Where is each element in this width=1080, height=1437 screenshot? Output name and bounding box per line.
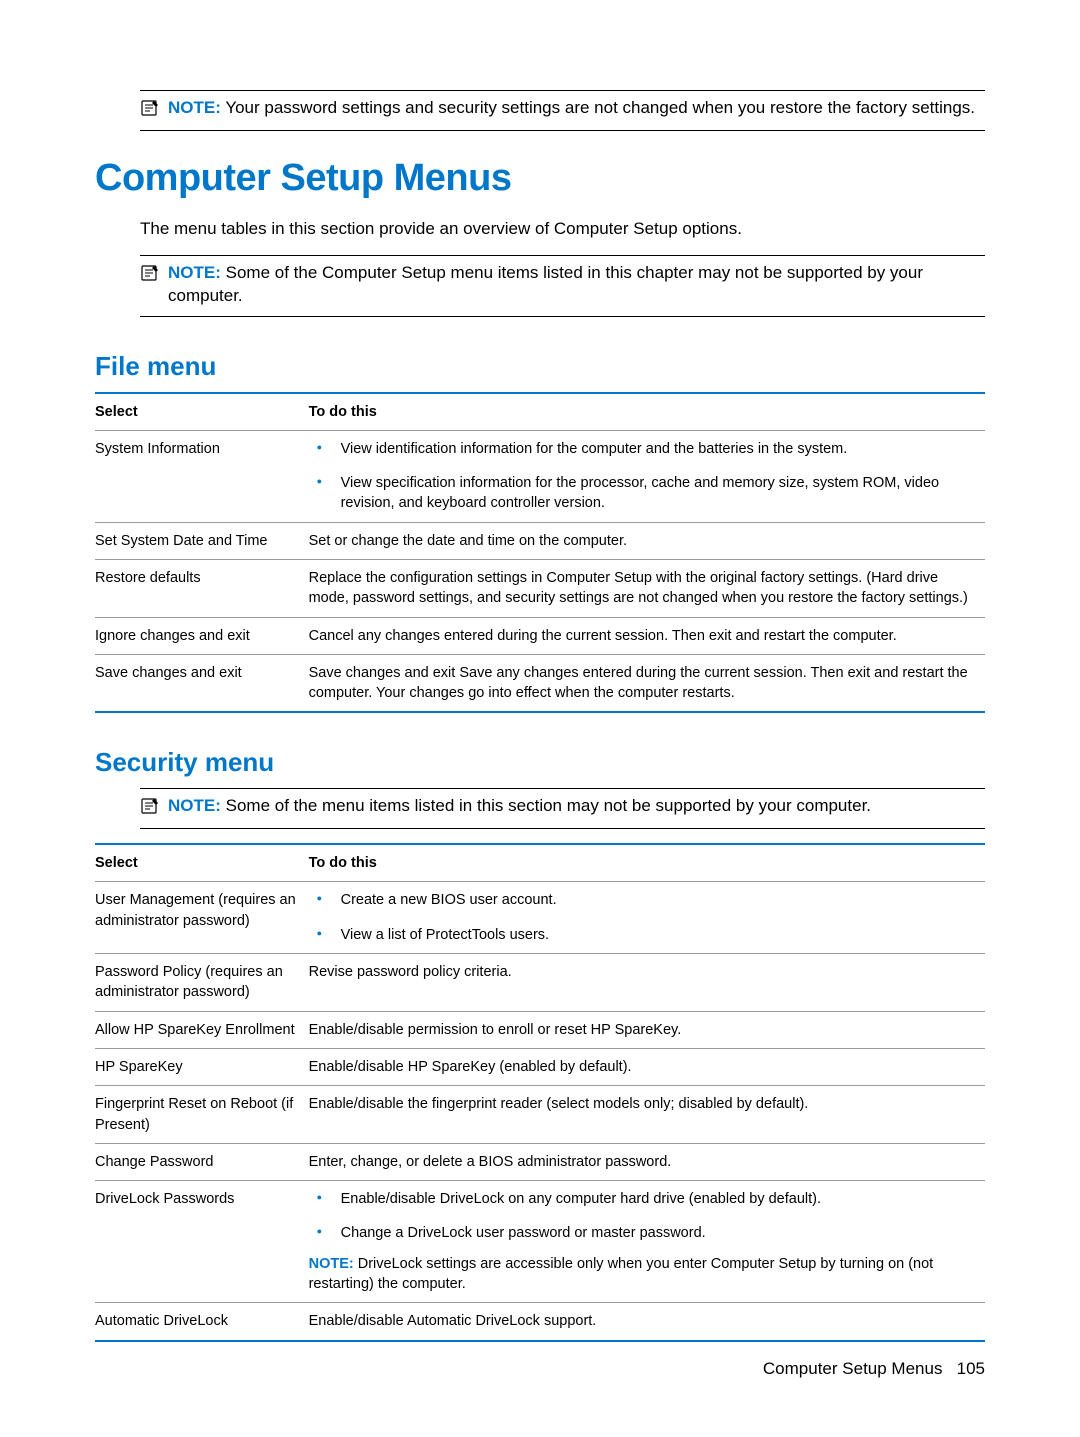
note-body: DriveLock settings are accessible only w… [309,1256,934,1292]
page-footer: Computer Setup Menus 105 [763,1359,985,1379]
note-label: NOTE: [309,1256,354,1272]
table-row: Restore defaults Replace the configurati… [95,560,985,618]
note-block-security: NOTE: Some of the menu items listed in t… [140,788,985,829]
drivelock-note: NOTE: DriveLock settings are accessible … [309,1254,977,1295]
note-text: NOTE: Some of the menu items listed in t… [168,795,871,818]
table-row: Allow HP SpareKey Enrollment Enable/disa… [95,1011,985,1048]
cell-desc: Set or change the date and time on the c… [309,522,985,559]
cell-select: Change Password [95,1143,309,1180]
table-row: User Management (requires an administrat… [95,882,985,954]
note-icon [140,99,160,122]
cell-desc: Revise password policy criteria. [309,954,985,1012]
cell-desc: Enable/disable HP SpareKey (enabled by d… [309,1048,985,1085]
table-row: HP SpareKey Enable/disable HP SpareKey (… [95,1048,985,1085]
bullet-item: View a list of ProtectTools users. [309,925,977,945]
cell-select: Ignore changes and exit [95,617,309,654]
table-row: DriveLock Passwords Enable/disable Drive… [95,1181,985,1303]
table-row: Save changes and exit Save changes and e… [95,654,985,712]
note-body: Some of the menu items listed in this se… [226,796,871,815]
intro-paragraph: The menu tables in this section provide … [140,218,985,241]
security-menu-heading: Security menu [95,747,985,778]
cell-desc: Enter, change, or delete a BIOS administ… [309,1143,985,1180]
table-row: Change Password Enter, change, or delete… [95,1143,985,1180]
table-header-row: Select To do this [95,844,985,882]
cell-select: DriveLock Passwords [95,1181,309,1303]
col-select: Select [95,393,309,431]
note-icon [140,264,160,287]
table-row: Fingerprint Reset on Reboot (if Present)… [95,1086,985,1144]
footer-title: Computer Setup Menus [763,1359,943,1378]
col-select: Select [95,844,309,882]
note-block-top: NOTE: Your password settings and securit… [140,90,985,131]
table-row: Set System Date and Time Set or change t… [95,522,985,559]
table-row: Ignore changes and exit Cancel any chang… [95,617,985,654]
cell-select: Password Policy (requires an administrat… [95,954,309,1012]
note-label: NOTE: [168,796,221,815]
table-row: Automatic DriveLock Enable/disable Autom… [95,1303,985,1341]
cell-select: Automatic DriveLock [95,1303,309,1341]
bullet-list: Create a new BIOS user account. View a l… [309,890,977,945]
cell-select: Set System Date and Time [95,522,309,559]
cell-desc: View identification information for the … [309,430,985,522]
bullet-list: Enable/disable DriveLock on any computer… [309,1189,977,1244]
cell-desc: Replace the configuration settings in Co… [309,560,985,618]
note-icon [140,797,160,820]
col-todo: To do this [309,393,985,431]
note-body: Some of the Computer Setup menu items li… [168,263,923,305]
security-menu-table: Select To do this User Management (requi… [95,843,985,1341]
cell-desc: Enable/disable Automatic DriveLock suppo… [309,1303,985,1341]
cell-desc: Enable/disable the fingerprint reader (s… [309,1086,985,1144]
cell-desc: Enable/disable permission to enroll or r… [309,1011,985,1048]
cell-select: User Management (requires an administrat… [95,882,309,954]
table-row: Password Policy (requires an administrat… [95,954,985,1012]
cell-desc: Cancel any changes entered during the cu… [309,617,985,654]
table-header-row: Select To do this [95,393,985,431]
cell-desc: Create a new BIOS user account. View a l… [309,882,985,954]
bullet-item: Create a new BIOS user account. [309,890,977,910]
document-page: NOTE: Your password settings and securit… [0,0,1080,1402]
cell-select: Allow HP SpareKey Enrollment [95,1011,309,1048]
table-row: System Information View identification i… [95,430,985,522]
cell-select: Restore defaults [95,560,309,618]
page-number: 105 [957,1359,985,1378]
bullet-item: View specification information for the p… [309,473,977,514]
bullet-item: Enable/disable DriveLock on any computer… [309,1189,977,1209]
file-menu-table: Select To do this System Information Vie… [95,392,985,714]
cell-select: Save changes and exit [95,654,309,712]
cell-desc: Save changes and exit Save any changes e… [309,654,985,712]
note-body: Your password settings and security sett… [225,98,975,117]
cell-desc: Enable/disable DriveLock on any computer… [309,1181,985,1303]
bullet-list: View identification information for the … [309,439,977,514]
col-todo: To do this [309,844,985,882]
cell-select: HP SpareKey [95,1048,309,1085]
file-menu-heading: File menu [95,351,985,382]
bullet-item: View identification information for the … [309,439,977,459]
note-block-setup: NOTE: Some of the Computer Setup menu it… [140,255,985,317]
cell-select: Fingerprint Reset on Reboot (if Present) [95,1086,309,1144]
note-text: NOTE: Some of the Computer Setup menu it… [168,262,985,308]
note-text: NOTE: Your password settings and securit… [168,97,975,120]
note-label: NOTE: [168,98,221,117]
page-heading: Computer Setup Menus [95,157,985,200]
cell-select: System Information [95,430,309,522]
bullet-item: Change a DriveLock user password or mast… [309,1223,977,1243]
note-label: NOTE: [168,263,221,282]
